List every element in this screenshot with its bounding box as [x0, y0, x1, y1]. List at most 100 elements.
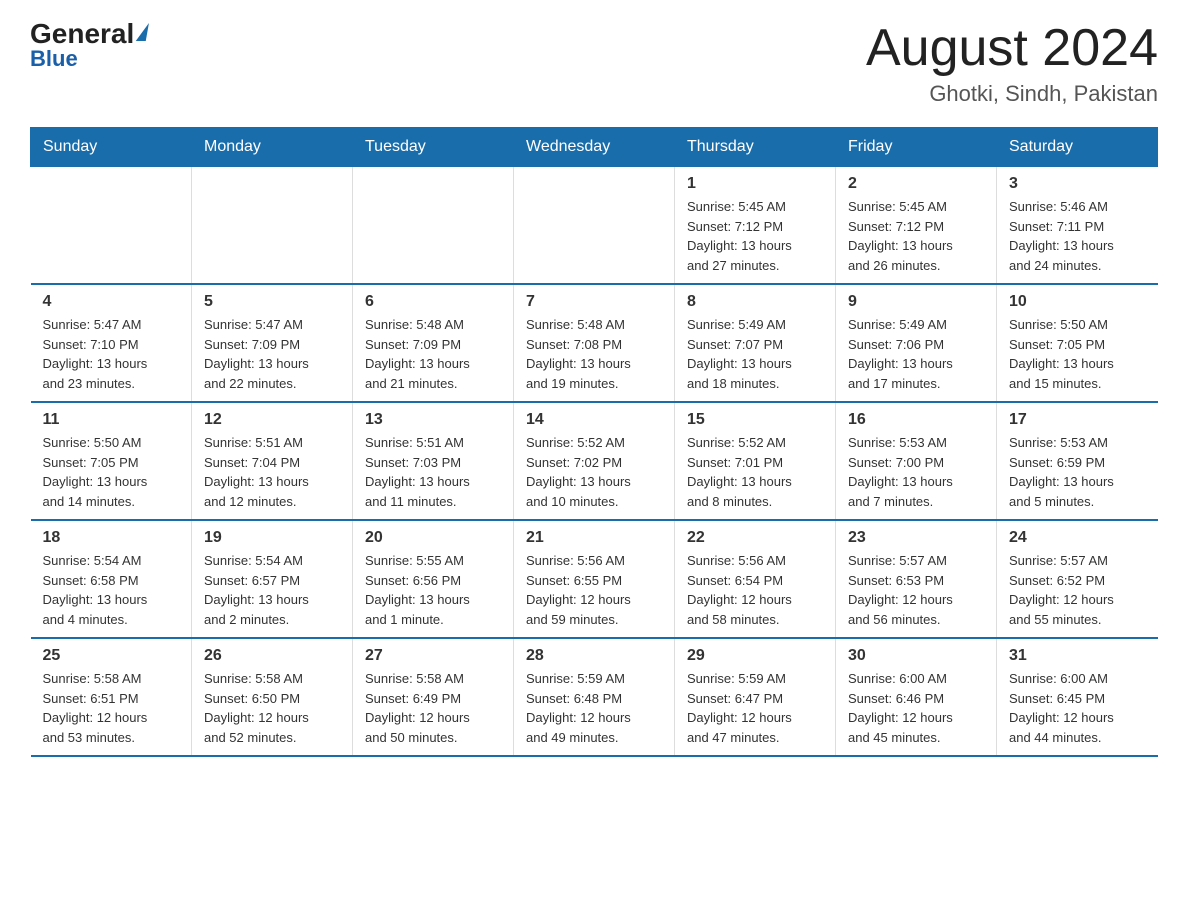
month-year-title: August 2024 — [866, 20, 1158, 77]
day-number: 29 — [687, 647, 823, 665]
day-info: Sunrise: 5:48 AMSunset: 7:09 PMDaylight:… — [365, 315, 501, 393]
day-number: 19 — [204, 529, 340, 547]
calendar-cell: 14 Sunrise: 5:52 AMSunset: 7:02 PMDayligh… — [514, 402, 675, 520]
calendar-cell: 5 Sunrise: 5:47 AMSunset: 7:09 PMDaylight… — [192, 284, 353, 402]
day-number: 31 — [1009, 647, 1146, 665]
day-number: 25 — [43, 647, 180, 665]
day-info: Sunrise: 5:59 AMSunset: 6:47 PMDaylight:… — [687, 669, 823, 747]
day-info: Sunrise: 5:54 AMSunset: 6:57 PMDaylight:… — [204, 551, 340, 629]
day-number: 20 — [365, 529, 501, 547]
day-number: 3 — [1009, 175, 1146, 193]
calendar-cell: 3 Sunrise: 5:46 AMSunset: 7:11 PMDaylight… — [997, 167, 1158, 285]
day-number: 8 — [687, 293, 823, 311]
calendar-cell: 9Sunrise: 5:49 AMSunset: 7:06 PMDaylight… — [836, 284, 997, 402]
day-info: Sunrise: 6:00 AMSunset: 6:45 PMDaylight:… — [1009, 669, 1146, 747]
calendar-cell — [353, 167, 514, 285]
day-number: 5 — [204, 293, 340, 311]
day-number: 1 — [687, 175, 823, 193]
calendar-cell: 11 Sunrise: 5:50 AMSunset: 7:05 PMDayligh… — [31, 402, 192, 520]
calendar-cell: 10Sunrise: 5:50 AMSunset: 7:05 PMDayligh… — [997, 284, 1158, 402]
calendar-cell: 17 Sunrise: 5:53 AMSunset: 6:59 PMDayligh… — [997, 402, 1158, 520]
calendar-cell: 24Sunrise: 5:57 AMSunset: 6:52 PMDayligh… — [997, 520, 1158, 638]
day-info: Sunrise: 5:45 AMSunset: 7:12 PMDaylight:… — [687, 197, 823, 275]
calendar-cell: 12 Sunrise: 5:51 AMSunset: 7:04 PMDayligh… — [192, 402, 353, 520]
calendar-cell: 16 Sunrise: 5:53 AMSunset: 7:00 PMDayligh… — [836, 402, 997, 520]
calendar-cell: 6 Sunrise: 5:48 AMSunset: 7:09 PMDaylight… — [353, 284, 514, 402]
day-number: 14 — [526, 411, 662, 429]
day-info: Sunrise: 5:49 AMSunset: 7:07 PMDaylight:… — [687, 315, 823, 393]
day-info: Sunrise: 5:53 AMSunset: 7:00 PMDaylight:… — [848, 433, 984, 511]
logo-blue-text: Blue — [30, 48, 78, 70]
day-number: 18 — [43, 529, 180, 547]
calendar-cell: 19 Sunrise: 5:54 AMSunset: 6:57 PMDayligh… — [192, 520, 353, 638]
day-info: Sunrise: 5:47 AMSunset: 7:10 PMDaylight:… — [43, 315, 180, 393]
calendar-cell: 20 Sunrise: 5:55 AMSunset: 6:56 PMDayligh… — [353, 520, 514, 638]
header-day-wednesday: Wednesday — [514, 128, 675, 167]
header-day-tuesday: Tuesday — [353, 128, 514, 167]
day-number: 11 — [43, 411, 180, 429]
day-number: 28 — [526, 647, 662, 665]
day-number: 4 — [43, 293, 180, 311]
day-info: Sunrise: 5:45 AMSunset: 7:12 PMDaylight:… — [848, 197, 984, 275]
calendar-cell: 29 Sunrise: 5:59 AMSunset: 6:47 PMDayligh… — [675, 638, 836, 756]
day-info: Sunrise: 5:54 AMSunset: 6:58 PMDaylight:… — [43, 551, 180, 629]
day-info: Sunrise: 5:59 AMSunset: 6:48 PMDaylight:… — [526, 669, 662, 747]
calendar-body: 1 Sunrise: 5:45 AMSunset: 7:12 PMDaylight… — [31, 167, 1158, 757]
header-day-sunday: Sunday — [31, 128, 192, 167]
day-number: 23 — [848, 529, 984, 547]
header-day-friday: Friday — [836, 128, 997, 167]
calendar-cell: 25 Sunrise: 5:58 AMSunset: 6:51 PMDayligh… — [31, 638, 192, 756]
day-number: 10 — [1009, 293, 1146, 311]
day-number: 13 — [365, 411, 501, 429]
day-number: 22 — [687, 529, 823, 547]
calendar-cell: 7 Sunrise: 5:48 AMSunset: 7:08 PMDaylight… — [514, 284, 675, 402]
day-info: Sunrise: 6:00 AMSunset: 6:46 PMDaylight:… — [848, 669, 984, 747]
calendar-cell: 15 Sunrise: 5:52 AMSunset: 7:01 PMDayligh… — [675, 402, 836, 520]
day-number: 27 — [365, 647, 501, 665]
day-info: Sunrise: 5:55 AMSunset: 6:56 PMDaylight:… — [365, 551, 501, 629]
day-info: Sunrise: 5:56 AMSunset: 6:55 PMDaylight:… — [526, 551, 662, 629]
calendar-cell: 1 Sunrise: 5:45 AMSunset: 7:12 PMDaylight… — [675, 167, 836, 285]
day-info: Sunrise: 5:46 AMSunset: 7:11 PMDaylight:… — [1009, 197, 1146, 275]
week-row-5: 25 Sunrise: 5:58 AMSunset: 6:51 PMDayligh… — [31, 638, 1158, 756]
day-number: 26 — [204, 647, 340, 665]
day-number: 15 — [687, 411, 823, 429]
calendar-cell: 21Sunrise: 5:56 AMSunset: 6:55 PMDayligh… — [514, 520, 675, 638]
day-number: 12 — [204, 411, 340, 429]
calendar-cell: 13 Sunrise: 5:51 AMSunset: 7:03 PMDayligh… — [353, 402, 514, 520]
day-info: Sunrise: 5:57 AMSunset: 6:52 PMDaylight:… — [1009, 551, 1146, 629]
day-number: 17 — [1009, 411, 1146, 429]
day-info: Sunrise: 5:52 AMSunset: 7:02 PMDaylight:… — [526, 433, 662, 511]
calendar-cell — [192, 167, 353, 285]
week-row-1: 1 Sunrise: 5:45 AMSunset: 7:12 PMDaylight… — [31, 167, 1158, 285]
header-day-saturday: Saturday — [997, 128, 1158, 167]
header-row: SundayMondayTuesdayWednesdayThursdayFrid… — [31, 128, 1158, 167]
day-info: Sunrise: 5:58 AMSunset: 6:51 PMDaylight:… — [43, 669, 180, 747]
day-info: Sunrise: 5:51 AMSunset: 7:03 PMDaylight:… — [365, 433, 501, 511]
day-info: Sunrise: 5:47 AMSunset: 7:09 PMDaylight:… — [204, 315, 340, 393]
calendar-cell — [514, 167, 675, 285]
day-number: 9 — [848, 293, 984, 311]
day-number: 16 — [848, 411, 984, 429]
day-number: 6 — [365, 293, 501, 311]
calendar-cell: 18 Sunrise: 5:54 AMSunset: 6:58 PMDayligh… — [31, 520, 192, 638]
calendar-cell: 4 Sunrise: 5:47 AMSunset: 7:10 PMDaylight… — [31, 284, 192, 402]
calendar-table: SundayMondayTuesdayWednesdayThursdayFrid… — [30, 127, 1158, 757]
week-row-4: 18 Sunrise: 5:54 AMSunset: 6:58 PMDayligh… — [31, 520, 1158, 638]
day-number: 30 — [848, 647, 984, 665]
day-info: Sunrise: 5:51 AMSunset: 7:04 PMDaylight:… — [204, 433, 340, 511]
day-info: Sunrise: 5:58 AMSunset: 6:49 PMDaylight:… — [365, 669, 501, 747]
day-number: 2 — [848, 175, 984, 193]
day-info: Sunrise: 5:56 AMSunset: 6:54 PMDaylight:… — [687, 551, 823, 629]
day-info: Sunrise: 5:57 AMSunset: 6:53 PMDaylight:… — [848, 551, 984, 629]
day-info: Sunrise: 5:52 AMSunset: 7:01 PMDaylight:… — [687, 433, 823, 511]
day-info: Sunrise: 5:53 AMSunset: 6:59 PMDaylight:… — [1009, 433, 1146, 511]
logo-general-text: General — [30, 20, 147, 48]
location-subtitle: Ghotki, Sindh, Pakistan — [866, 81, 1158, 107]
day-number: 7 — [526, 293, 662, 311]
calendar-cell: 27 Sunrise: 5:58 AMSunset: 6:49 PMDayligh… — [353, 638, 514, 756]
day-info: Sunrise: 5:50 AMSunset: 7:05 PMDaylight:… — [43, 433, 180, 511]
day-info: Sunrise: 5:48 AMSunset: 7:08 PMDaylight:… — [526, 315, 662, 393]
header-day-monday: Monday — [192, 128, 353, 167]
calendar-header: SundayMondayTuesdayWednesdayThursdayFrid… — [31, 128, 1158, 167]
